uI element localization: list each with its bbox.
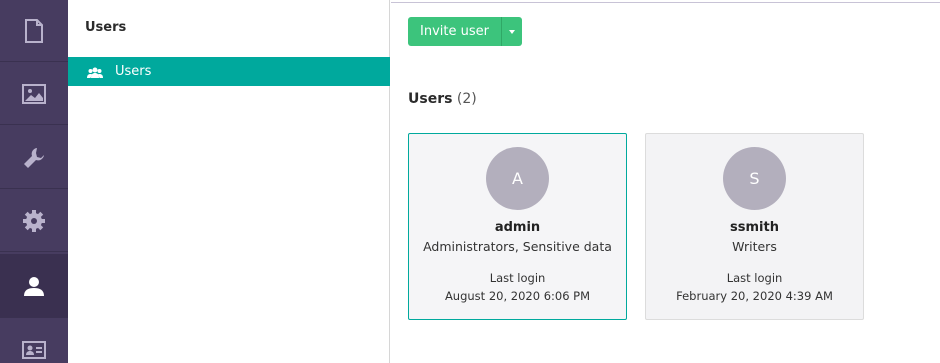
section-title-text: Users — [408, 91, 453, 107]
user-name: admin — [494, 220, 541, 235]
users-section-title: Users (2) — [408, 91, 477, 107]
invite-options-dropdown[interactable] — [500, 17, 522, 46]
last-login-value: August 20, 2020 6:06 PM — [444, 289, 591, 303]
avatar: A — [486, 147, 549, 210]
app-rail — [0, 0, 68, 363]
file-icon — [24, 18, 44, 43]
avatar: S — [723, 147, 786, 210]
wrench-icon — [22, 146, 46, 170]
users-group-icon — [87, 64, 103, 80]
subnav-item-label: Users — [115, 64, 152, 79]
id-card-icon — [22, 340, 46, 360]
image-icon — [22, 83, 46, 104]
avatar-initial: A — [512, 169, 523, 188]
last-login-label: Last login — [726, 271, 783, 285]
rail-item-tools[interactable] — [0, 127, 68, 189]
invite-user-button[interactable]: Invite user — [408, 17, 501, 46]
rail-item-content[interactable] — [0, 0, 68, 62]
main-content: Invite user Users (2) A admin Administra… — [391, 0, 940, 363]
user-groups: Writers — [732, 239, 777, 254]
user-card-admin[interactable]: A admin Administrators, Sensitive data L… — [408, 133, 627, 320]
user-icon — [22, 274, 46, 298]
last-login-label: Last login — [489, 271, 546, 285]
invite-button-group: Invite user — [408, 17, 522, 46]
subnav-item-users[interactable]: Users — [68, 57, 390, 86]
rail-item-settings[interactable] — [0, 190, 68, 252]
rail-item-users[interactable] — [0, 254, 68, 318]
rail-item-media[interactable] — [0, 63, 68, 125]
user-card-ssmith[interactable]: S ssmith Writers Last login February 20,… — [645, 133, 864, 320]
last-login-value: February 20, 2020 4:39 AM — [676, 289, 833, 303]
gear-icon — [22, 209, 46, 233]
top-divider — [391, 2, 940, 3]
users-subnav: Users Users — [68, 0, 390, 363]
avatar-initial: S — [749, 169, 760, 188]
caret-down-icon — [508, 29, 515, 34]
user-name: ssmith — [730, 220, 779, 235]
user-groups: Administrators, Sensitive data — [423, 239, 612, 254]
user-count: (2) — [456, 91, 477, 107]
rail-item-contacts[interactable] — [0, 319, 68, 363]
subnav-title: Users — [85, 20, 127, 35]
